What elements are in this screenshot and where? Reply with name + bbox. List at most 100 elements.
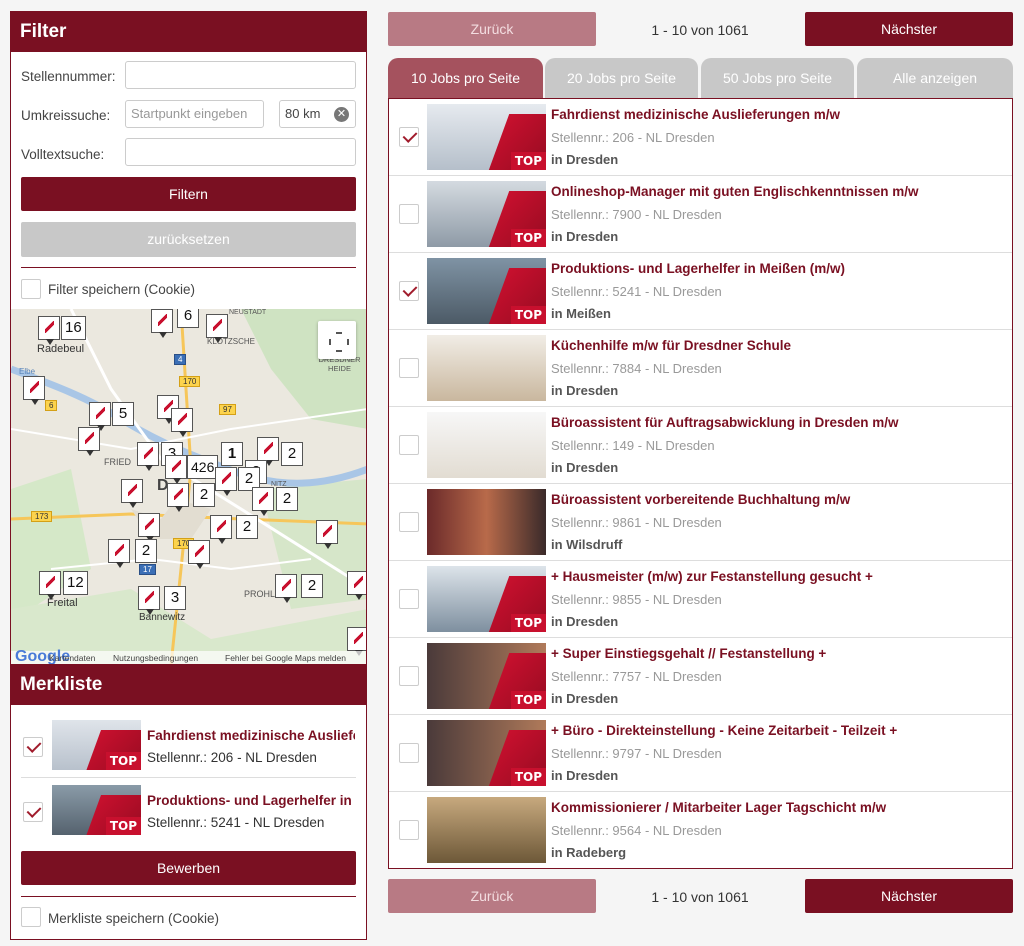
- map-marker[interactable]: [108, 539, 130, 568]
- job-title[interactable]: Kommissionierer / Mitarbeiter Lager Tags…: [551, 800, 886, 815]
- map-marker[interactable]: [151, 309, 173, 338]
- job-row[interactable]: TOP Onlineshop-Manager mit guten Englisc…: [389, 176, 1012, 253]
- map-marker[interactable]: [188, 540, 210, 569]
- volltext-input[interactable]: [125, 138, 356, 166]
- map-cluster-count[interactable]: 2: [193, 483, 215, 507]
- map-cluster-count[interactable]: 5: [112, 402, 134, 426]
- job-checkbox[interactable]: [399, 435, 419, 455]
- merkliste-item-title[interactable]: Fahrdienst medizinische Auslieferungen m…: [147, 728, 355, 743]
- filter-button[interactable]: Filtern: [21, 177, 356, 211]
- job-row[interactable]: TOP + Super Einstiegsgehalt // Festanste…: [389, 638, 1012, 715]
- map-marker[interactable]: [138, 586, 160, 615]
- map-marker[interactable]: [167, 483, 189, 512]
- next-page-button-bottom[interactable]: Nächster: [805, 879, 1013, 913]
- filter-title: Filter: [11, 12, 366, 52]
- map-label-elbe: Elbe: [19, 367, 36, 376]
- job-title[interactable]: Küchenhilfe m/w für Dresdner Schule: [551, 338, 791, 353]
- top-badge: TOP: [510, 614, 546, 632]
- map-marker[interactable]: [215, 467, 237, 496]
- map-marker[interactable]: [23, 376, 45, 405]
- prev-page-button-bottom[interactable]: Zurück: [388, 879, 596, 913]
- map-marker[interactable]: [171, 408, 193, 437]
- map-terms-link[interactable]: Nutzungsbedingungen: [113, 651, 198, 665]
- map-marker[interactable]: [257, 437, 279, 466]
- startpunkt-input[interactable]: Startpunkt eingeben: [125, 100, 264, 128]
- map-data-link[interactable]: Kartendaten: [49, 651, 95, 665]
- map-cluster-count[interactable]: 2: [135, 539, 157, 563]
- clear-icon[interactable]: ✕: [334, 107, 349, 122]
- stellennummer-label: Stellennummer:: [21, 69, 116, 84]
- map-cluster-count[interactable]: 2: [236, 515, 258, 539]
- stellennummer-input[interactable]: [125, 61, 356, 89]
- job-title[interactable]: Büroassistent vorbereitende Buchhaltung …: [551, 492, 850, 507]
- job-checkbox[interactable]: [399, 281, 419, 301]
- reset-button[interactable]: zurücksetzen: [21, 222, 356, 257]
- map-marker[interactable]: [275, 574, 297, 603]
- job-checkbox[interactable]: [399, 204, 419, 224]
- map-cluster-count[interactable]: 6: [177, 309, 199, 328]
- tab-10-jobs[interactable]: 10 Jobs pro Seite: [388, 58, 543, 98]
- tab-50-jobs[interactable]: 50 Jobs pro Seite: [701, 58, 854, 98]
- map-marker[interactable]: [138, 513, 160, 542]
- map-marker[interactable]: [38, 316, 60, 345]
- prev-page-button[interactable]: Zurück: [388, 12, 596, 46]
- job-row[interactable]: Büroassistent vorbereitende Buchhaltung …: [389, 484, 1012, 561]
- job-row[interactable]: Büroassistent für Auftragsabwicklung in …: [389, 407, 1012, 484]
- map-marker[interactable]: [137, 442, 159, 471]
- job-title[interactable]: + Super Einstiegsgehalt // Festanstellun…: [551, 646, 826, 661]
- apply-button[interactable]: Bewerben: [21, 851, 356, 885]
- job-row[interactable]: TOP + Hausmeister (m/w) zur Festanstellu…: [389, 561, 1012, 638]
- job-checkbox[interactable]: [399, 743, 419, 763]
- map-marker[interactable]: [347, 571, 366, 600]
- map-cluster-count[interactable]: 2: [276, 487, 298, 511]
- job-map[interactable]: Radebeul KLOTZSCHE DRESDNER HEIDE Elbe F…: [10, 309, 367, 665]
- job-title[interactable]: Fahrdienst medizinische Auslieferungen m…: [551, 107, 840, 122]
- map-cluster-count[interactable]: 426: [187, 455, 219, 479]
- job-checkbox[interactable]: [399, 358, 419, 378]
- tab-20-jobs[interactable]: 20 Jobs pro Seite: [545, 58, 698, 98]
- next-page-button[interactable]: Nächster: [805, 12, 1013, 46]
- map-marker[interactable]: [347, 627, 366, 656]
- fullscreen-icon[interactable]: [318, 321, 356, 359]
- job-title[interactable]: Büroassistent für Auftragsabwicklung in …: [551, 415, 899, 430]
- job-checkbox[interactable]: [399, 820, 419, 840]
- job-row[interactable]: TOP Fahrdienst medizinische Auslieferung…: [389, 99, 1012, 176]
- job-title[interactable]: Produktions- und Lagerhelfer in Meißen (…: [551, 261, 845, 276]
- job-row[interactable]: Kommissionierer / Mitarbeiter Lager Tags…: [389, 792, 1012, 869]
- radius-select[interactable]: 80 km ✕: [279, 100, 356, 128]
- map-marker[interactable]: [316, 520, 338, 549]
- merkliste-item-title[interactable]: Produktions- und Lagerhelfer in Meißen (…: [147, 793, 355, 808]
- map-marker[interactable]: [78, 427, 100, 456]
- job-checkbox[interactable]: [399, 589, 419, 609]
- map-report-link[interactable]: Fehler bei Google Maps melden: [225, 651, 346, 665]
- map-cluster-count[interactable]: 12: [63, 571, 88, 595]
- map-cluster-count[interactable]: 2: [281, 442, 303, 466]
- merkliste-item-checkbox[interactable]: [23, 802, 43, 822]
- job-title[interactable]: + Hausmeister (m/w) zur Festanstellung g…: [551, 569, 873, 584]
- job-location: in Wilsdruff: [551, 537, 623, 552]
- job-title[interactable]: + Büro - Direkteinstellung - Keine Zeita…: [551, 723, 897, 738]
- job-row[interactable]: TOP + Büro - Direkteinstellung - Keine Z…: [389, 715, 1012, 792]
- map-marker[interactable]: [39, 571, 61, 600]
- tab-all[interactable]: Alle anzeigen: [857, 58, 1013, 98]
- map-marker[interactable]: [89, 402, 111, 431]
- filter-cookie-checkbox[interactable]: [21, 279, 41, 299]
- map-marker[interactable]: [210, 515, 232, 544]
- job-row[interactable]: Küchenhilfe m/w für Dresdner Schule Stel…: [389, 330, 1012, 407]
- map-marker[interactable]: [121, 479, 143, 508]
- merkliste-cookie-checkbox[interactable]: [21, 907, 41, 927]
- map-marker[interactable]: [252, 487, 274, 516]
- job-checkbox[interactable]: [399, 127, 419, 147]
- map-cluster-count[interactable]: 3: [164, 586, 186, 610]
- job-thumbnail: TOP: [427, 104, 546, 170]
- map-cluster-count[interactable]: 1: [221, 442, 243, 466]
- job-title[interactable]: Onlineshop-Manager mit guten Englischken…: [551, 184, 919, 199]
- map-marker[interactable]: [165, 455, 187, 484]
- job-checkbox[interactable]: [399, 666, 419, 686]
- map-cluster-count[interactable]: 16: [61, 316, 86, 340]
- merkliste-item-checkbox[interactable]: [23, 737, 43, 757]
- map-cluster-count[interactable]: 2: [301, 574, 323, 598]
- map-marker[interactable]: [206, 314, 228, 343]
- job-row[interactable]: TOP Produktions- und Lagerhelfer in Meiß…: [389, 253, 1012, 330]
- job-checkbox[interactable]: [399, 512, 419, 532]
